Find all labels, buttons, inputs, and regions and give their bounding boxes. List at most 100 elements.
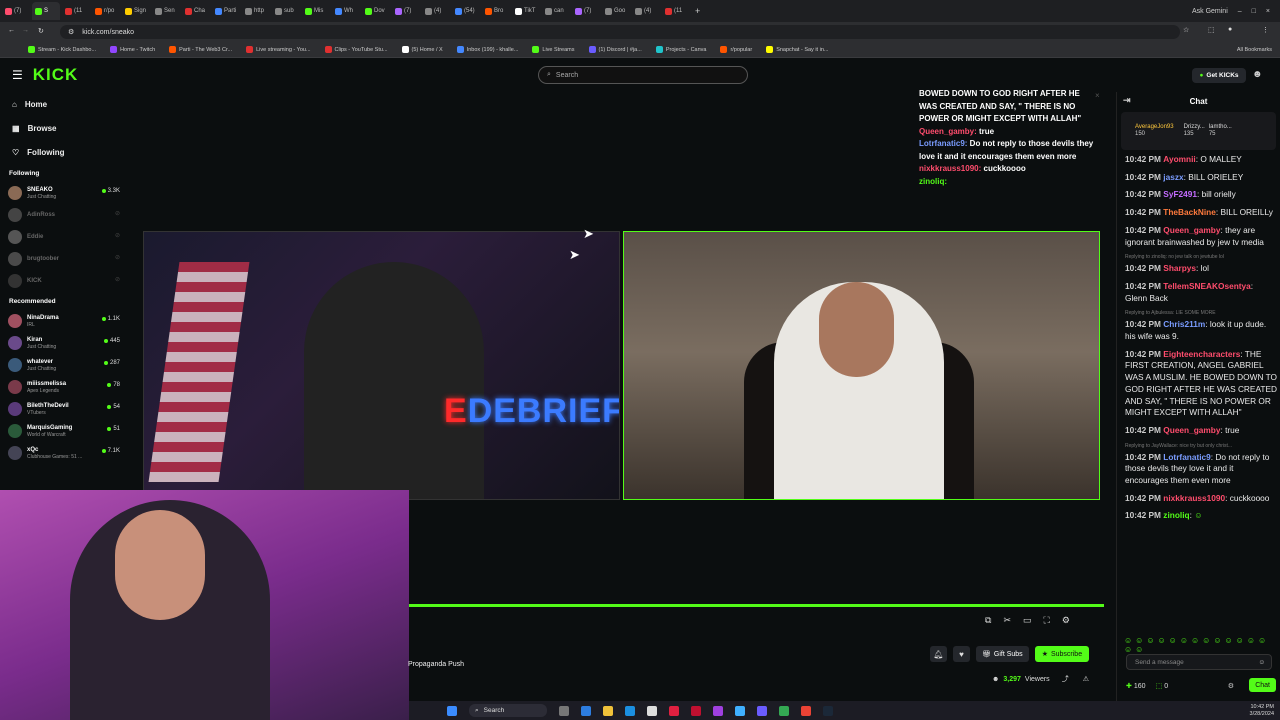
bookmark-item[interactable]: Home - Twitch [110,46,155,53]
stream-video-right[interactable] [623,231,1100,500]
emoji-picker-icon[interactable]: ☺ [1258,659,1265,666]
sidebar-item-browse[interactable]: ▦ Browse [0,116,128,140]
sidebar-item-home[interactable]: ⌂ Home [0,92,128,116]
message-user[interactable]: TheBackNine [1163,207,1216,217]
close-window-icon[interactable]: × [1266,8,1270,15]
message-user[interactable]: Ayomnii [1163,154,1195,164]
sidebar-channel[interactable]: brugtoober ⊘ [0,248,128,270]
browser-tab[interactable]: Bro [482,2,510,20]
message-user[interactable]: Sharpys [1163,263,1196,273]
app-icon[interactable] [669,705,679,716]
gift-subs-button[interactable]: 🎁︎ Gift Subs [976,646,1029,662]
sidebar-channel[interactable]: Eddie ⊘ [0,226,128,248]
share-icon[interactable]: ⤴ [1062,674,1069,684]
bookmark-item[interactable]: Stream - Kick Dashbo... [28,46,96,53]
chat-message-input[interactable]: Send a message ☺ [1126,654,1272,670]
bookmark-item[interactable]: Live streaming - You... [246,46,311,53]
taskbar-search[interactable]: ⌕ Search [469,704,547,717]
ask-gemini-button[interactable]: Ask Gemini [1192,8,1228,15]
fullscreen-icon[interactable]: ⛶ [1044,615,1050,626]
notifications-bell-icon[interactable]: 🔔︎ [930,646,947,662]
back-icon[interactable]: ← [8,27,15,34]
browser-tab[interactable]: Sen [152,2,180,20]
get-kicks-button[interactable]: ● Get KICKs [1192,68,1246,83]
bookmark-item[interactable]: (1) Discord | #ja... [588,46,642,53]
chrome-icon[interactable] [801,705,811,716]
sidebar-item-following[interactable]: ♡ Following [0,140,128,164]
task-view-icon[interactable] [559,705,569,716]
bookmark-item[interactable]: r/popular [720,46,752,53]
bookmark-star-icon[interactable]: ☆ [1183,26,1189,34]
sidebar-channel[interactable]: xQc Clubhouse Games: 51 ... 7.1K [0,442,128,464]
app-icon[interactable] [735,705,745,716]
browser-tab[interactable]: (7) [572,2,600,20]
browser-tab[interactable]: Wh [332,2,360,20]
system-clock[interactable]: 10:42 PM 3/28/2024 [1250,704,1280,718]
browser-tab[interactable]: (4) [632,2,660,20]
message-user[interactable]: Chris211m [1163,319,1205,329]
chat-settings-icon[interactable]: ⚙ [1228,682,1234,690]
profile-icon[interactable]: ● [1228,26,1232,33]
chat-leaderboard[interactable]: AverageJon93 150 Drizzy... 135 lamtho... 75 [1121,112,1276,150]
follow-heart-icon[interactable]: ♥ [953,646,970,662]
file-explorer-icon[interactable] [603,705,613,716]
report-icon[interactable]: ⚠ [1083,675,1089,683]
subscribe-button[interactable]: ★ Subscribe [1034,646,1090,662]
windows-start-icon[interactable] [447,705,457,716]
browser-tab[interactable]: (7) [392,2,420,20]
browser-tab[interactable]: can [542,2,570,20]
store-icon[interactable] [647,705,657,716]
bookmark-item[interactable]: Snapchat - Say it in... [766,46,828,53]
extensions-icon[interactable]: ⬚ [1208,26,1215,34]
kicks-icon[interactable]: ⬚ [1156,682,1163,690]
browser-tab[interactable]: Mis [302,2,330,20]
browser-tab[interactable]: r/po [92,2,120,20]
browser-tab[interactable]: http [242,2,270,20]
sidebar-channel[interactable]: MarquisGaming World of Warcraft 51 [0,420,128,442]
overlay-close-icon[interactable]: × [1095,91,1100,100]
search-input[interactable]: ⌕ Search [538,66,748,84]
url-field[interactable]: ⚙ kick.com/sneako [60,25,1180,39]
sidebar-channel[interactable]: AdinRoss ⊘ [0,204,128,226]
browser-tab[interactable]: Sign [122,2,150,20]
settings-gear-icon[interactable]: ⚙ [1062,615,1070,626]
sidebar-channel[interactable]: NinaDrama IRL 1.1K [0,310,128,332]
message-user[interactable]: Queen_gamby [1163,425,1220,435]
sidebar-channel[interactable]: whatever Just Chatting 287 [0,354,128,376]
message-user[interactable]: zinoliq [1163,510,1189,520]
browser-menu-icon[interactable]: ⋮ [1262,26,1269,34]
message-user[interactable]: TellemSNEAKOsentya [1163,281,1250,291]
new-tab-icon[interactable]: + [695,6,700,16]
bookmark-item[interactable]: Parti - The Web3 Cr... [169,46,232,53]
emote-bar[interactable]: ☺☺☺☺☺☺☺☺☺☺☺☺☺☺☺ [1124,636,1280,654]
hamburger-menu-icon[interactable]: ☰ [12,68,23,82]
app-icon[interactable] [713,705,723,716]
forward-icon[interactable]: → [22,27,29,34]
sidebar-channel[interactable]: KICK ⊘ [0,270,128,292]
browser-tab[interactable]: Cha [182,2,210,20]
message-user[interactable]: Eighteencharacters [1163,349,1240,359]
message-user[interactable]: Lotrfanatic9 [1163,452,1210,462]
minimize-icon[interactable]: – [1238,8,1242,15]
bookmark-item[interactable]: (5) Home / X [401,46,443,53]
browser-tab[interactable]: (54) [452,2,480,20]
message-user[interactable]: SyF2491 [1163,189,1197,199]
browser-tab[interactable]: Goo [602,2,630,20]
clip-icon[interactable]: ✂ [1003,615,1011,626]
reload-icon[interactable]: ↻ [38,27,44,35]
sidebar-channel[interactable]: BilethTheDevil VTubers 54 [0,398,128,420]
sidebar-channel[interactable]: Kiran Just Chatting 445 [0,332,128,354]
browser-tab[interactable]: Dov [362,2,390,20]
user-avatar-icon[interactable]: ☻ [1252,69,1263,80]
maximize-icon[interactable]: □ [1252,8,1256,15]
browser-tab[interactable]: sub [272,2,300,20]
kick-logo[interactable]: KICK [33,65,79,85]
site-info-icon[interactable]: ⚙ [68,28,74,36]
send-chat-button[interactable]: Chat [1249,678,1276,692]
bookmark-item[interactable]: Live Streams [532,46,575,53]
browser-tab[interactable]: Parti [212,2,240,20]
all-bookmarks[interactable]: All Bookmarks [1237,47,1280,53]
browser-tab[interactable]: (4) [422,2,450,20]
video-progress-bar[interactable] [409,604,1104,607]
chrome-icon[interactable] [779,705,789,716]
